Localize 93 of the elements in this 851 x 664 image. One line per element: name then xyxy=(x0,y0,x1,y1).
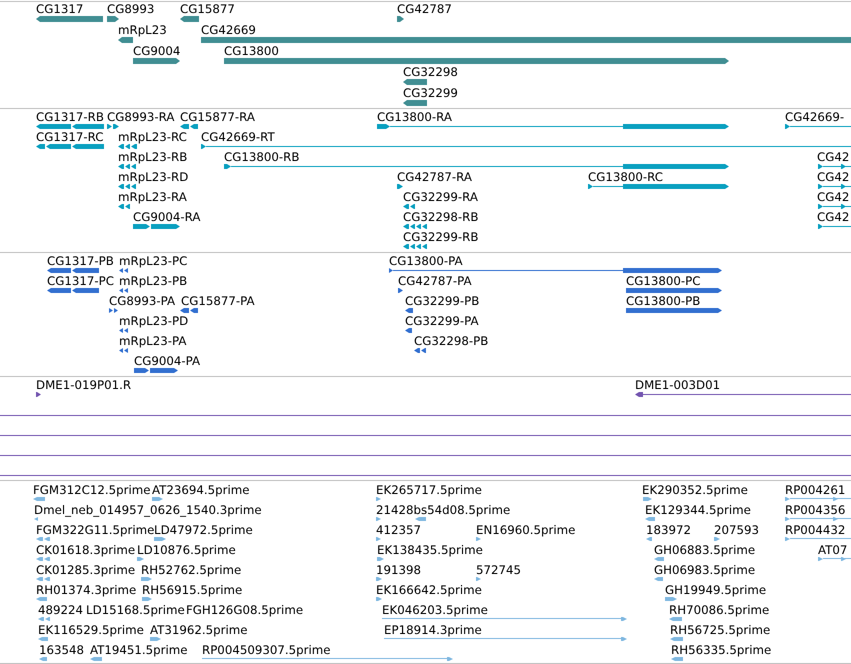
feature-label: CG8993 xyxy=(107,3,154,15)
feature-label: GH06883.5prime xyxy=(654,544,756,556)
feature-label: CG1317-PC xyxy=(47,275,114,287)
feature-label: Dmel_neb_014957_0626_1540.3prime xyxy=(34,504,262,516)
feature-label: CG32298-PB xyxy=(414,335,488,347)
feature-label: mRpL23-RC xyxy=(118,131,187,143)
feature-label: CG32299-PA xyxy=(405,315,479,327)
feature-label: LD15168.5prime xyxy=(86,604,185,616)
feature-label: EK166642.5prime xyxy=(376,584,482,596)
feature-label: CG8993-PA xyxy=(109,295,176,307)
feature-label: mRpL23-PA xyxy=(119,335,186,347)
feature-label: CG13800-RA xyxy=(377,111,452,123)
feature-label: mRpL23-PB xyxy=(119,275,188,287)
feature-label: FGM312C12.5prime xyxy=(33,484,150,496)
feature-label: 489224 xyxy=(38,604,84,616)
feature-label: CG42 xyxy=(817,151,850,163)
feature-label: CG1317 xyxy=(36,3,84,15)
feature-label: EP18914.3prime xyxy=(384,624,482,636)
feature-label: CG42 xyxy=(817,191,850,203)
feature-label: EK046203.5prime xyxy=(382,604,488,616)
feature-label: RH52762.5prime xyxy=(141,564,242,576)
feature-label: CG42669 xyxy=(201,24,256,36)
feature-label: CG15877 xyxy=(180,3,235,15)
feature-label: CG42669-RT xyxy=(201,131,275,143)
feature-label: CG8993-RA xyxy=(107,111,174,123)
feature-label: 207593 xyxy=(714,524,760,536)
feature-label: CG42787 xyxy=(397,3,452,15)
feature-label: RP004261 xyxy=(785,484,846,496)
feature-label: 191398 xyxy=(376,564,422,576)
feature-label: CG13800-RC xyxy=(588,171,664,183)
feature-label: EK116529.5prime xyxy=(38,624,144,636)
feature-label: DME1-003D01 xyxy=(635,379,720,391)
feature-label: LD47972.5prime xyxy=(154,524,253,536)
feature-label: mRpL23-RA xyxy=(118,191,187,203)
feature-label: CG32299-PB xyxy=(405,295,480,307)
feature-label: CG9004-PA xyxy=(134,355,200,367)
feature-label: 21428bs54d08.5prime xyxy=(376,504,510,516)
feature-label: CG1317-RB xyxy=(36,111,104,123)
feature-label: CG42669- xyxy=(785,111,844,123)
feature-label: RP004432 xyxy=(785,524,846,536)
feature-label: CK01618.3prime xyxy=(36,544,136,556)
feature-label: CG32298-RB xyxy=(403,211,478,223)
feature-label: RP004356 xyxy=(785,504,846,516)
feature-label: CG42 xyxy=(817,211,850,223)
feature-label: AT23694.5prime xyxy=(152,484,250,496)
feature-label: CG15877-PA xyxy=(181,295,255,307)
feature-label: CG42787-RA xyxy=(397,171,472,183)
feature-label: RH56335.5prime xyxy=(671,644,772,656)
feature-label: RH56725.5prime xyxy=(670,624,770,636)
feature-label: FGH126G08.5prime xyxy=(186,604,304,616)
feature-label: EK138435.5prime xyxy=(377,544,483,556)
feature-label: RP004509307.5prime xyxy=(202,644,330,656)
feature-label: CG9004-RA xyxy=(133,211,200,223)
feature-label: LD10876.5prime xyxy=(137,544,236,556)
feature-label: GH06983.5prime xyxy=(654,564,756,576)
feature-label: 183972 xyxy=(646,524,692,536)
feature-label: CG15877-RA xyxy=(180,111,255,123)
feature-label: EK129344.5prime xyxy=(645,504,751,516)
feature-label: GH19949.5prime xyxy=(665,584,766,596)
feature-label: 572745 xyxy=(476,564,522,576)
feature-label: EK265717.5prime xyxy=(376,484,482,496)
feature-label: CG13800-PC xyxy=(626,275,701,287)
feature-label: CG13800-PB xyxy=(626,295,700,307)
feature-label: mRpL23 xyxy=(118,24,167,36)
feature-label: CK01285.3prime xyxy=(36,564,136,576)
feature-label: DME1-019P01.R xyxy=(36,379,132,391)
feature-label: CG9004 xyxy=(133,45,180,57)
feature-label: EK290352.5prime xyxy=(642,484,748,496)
feature-label: CG32299-RA xyxy=(403,191,478,203)
feature-label: CG32299 xyxy=(403,87,458,99)
feature-label: AT19451.5prime xyxy=(90,644,188,656)
feature-label: CG32299-RB xyxy=(403,231,478,243)
feature-label: RH56915.5prime xyxy=(142,584,242,596)
feature-label: mRpL23-PC xyxy=(119,255,188,267)
feature-label: mRpL23-PD xyxy=(119,315,188,327)
feature-label: mRpL23-RD xyxy=(118,171,188,183)
feature-label: CG1317-PB xyxy=(47,255,114,267)
feature-label: 163548 xyxy=(39,644,84,656)
feature-label: 412357 xyxy=(376,524,422,536)
feature-label: AT31962.5prime xyxy=(150,624,248,636)
feature-label: FGM322G11.5prime xyxy=(36,524,154,536)
feature-label: CG32298 xyxy=(403,66,458,78)
feature-label: CG42787-PA xyxy=(398,275,472,287)
feature-label: CG42 xyxy=(817,171,850,183)
feature-label: CG13800-RB xyxy=(224,151,300,163)
feature-label: CG1317-RC xyxy=(36,131,104,143)
feature-label: EN16960.5prime xyxy=(476,524,576,536)
feature-label: RH70086.5prime xyxy=(669,604,770,616)
feature-label: CG13800-PA xyxy=(389,255,463,267)
feature-label: mRpL23-RB xyxy=(118,151,188,163)
feature-label: CG13800 xyxy=(224,45,279,57)
feature-label: RH01374.3prime xyxy=(36,584,136,596)
feature-label: AT07 xyxy=(818,544,848,556)
